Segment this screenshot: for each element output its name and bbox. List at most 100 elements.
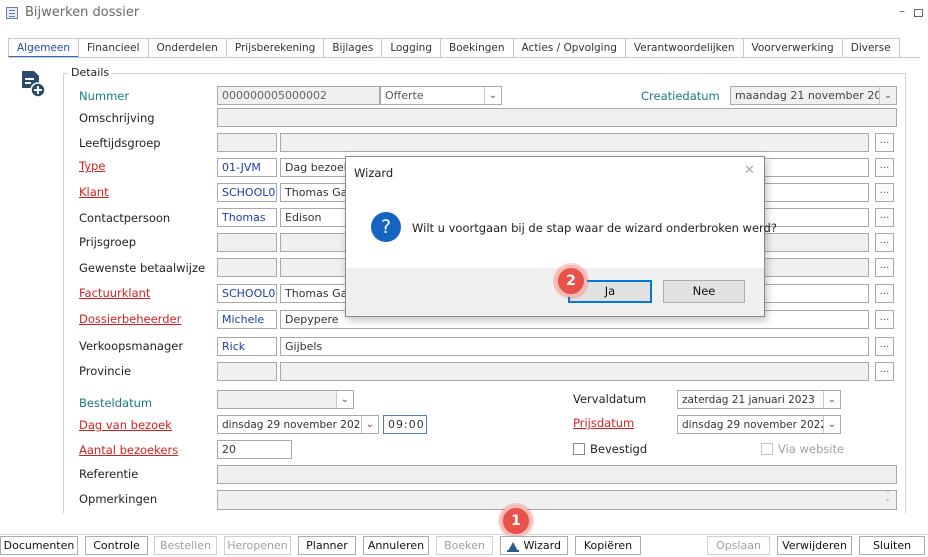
via-website-label: Via website (778, 442, 845, 456)
annuleren-button[interactable]: Annuleren (363, 536, 429, 555)
creatiedatum-value: maandag 21 november 2022 (735, 89, 896, 102)
verkoopsmanager-last[interactable]: Gijbels (280, 337, 869, 356)
prijsgroep-lookup-button[interactable]: ... (875, 233, 894, 252)
provincie-code[interactable] (217, 362, 277, 381)
bestellen-button[interactable]: Bestellen (154, 536, 217, 555)
window-icon (6, 7, 18, 19)
besteldatum-select[interactable]: ⌄ (217, 390, 354, 409)
dossierbeheerder-lookup-button[interactable]: ... (875, 310, 894, 329)
vervaldatum-select[interactable]: zaterdag 21 januari 2023 ⌄ (677, 390, 841, 409)
leeftijdsgroep-lookup-button[interactable]: ... (875, 133, 894, 152)
contactpersoon-label: Contactpersoon (79, 211, 171, 225)
klant-code[interactable]: SCHOOL0( (217, 183, 277, 202)
tab-onderdelen[interactable]: Onderdelen (148, 38, 227, 58)
tab-diverse[interactable]: Diverse (842, 38, 900, 58)
via-website-checkbox[interactable] (761, 443, 773, 455)
referentie-field[interactable] (217, 465, 897, 484)
tab-bijlages[interactable]: Bijlages (324, 38, 383, 58)
verkoopsmanager-label: Verkoopsmanager (79, 339, 184, 353)
betaalwijze-label: Gewenste betaalwijze (79, 261, 206, 275)
verwijderen-button[interactable]: Verwijderen (777, 536, 852, 555)
opslaan-button[interactable]: Opslaan (707, 536, 770, 555)
omschrijving-field[interactable] (217, 108, 897, 127)
referentie-label: Referentie (79, 467, 139, 481)
contactpersoon-lookup-button[interactable]: ... (875, 208, 894, 227)
chevron-down-icon: ⌄ (484, 87, 501, 104)
window-title: Bijwerken dossier (25, 5, 140, 20)
dag-van-bezoek-value: dinsdag 29 november 2022 (222, 419, 367, 431)
step-marker-1: 1 (500, 505, 532, 537)
leeftijdsgroep-name[interactable] (280, 133, 869, 152)
tab-acties-opvolging[interactable]: Acties / Opvolging (513, 38, 626, 58)
bezoek-time-field[interactable]: 09:00 (383, 415, 427, 434)
prijsdatum-label: Prijsdatum (573, 416, 635, 430)
betaalwijze-lookup-button[interactable]: ... (875, 258, 894, 277)
factuurklant-lookup-button[interactable]: ... (875, 284, 894, 303)
vervaldatum-label: Vervaldatum (573, 392, 647, 406)
tab-boekingen[interactable]: Boekingen (441, 38, 514, 58)
dossier-type-value: Offerte (385, 89, 424, 102)
omschrijving-label: Omschrijving (79, 111, 155, 125)
tab-voorverwerking[interactable]: Voorverwerking (743, 38, 843, 58)
dossierbeheerder-first[interactable]: Michele (217, 310, 277, 329)
planner-button[interactable]: Planner (298, 536, 356, 555)
dossier-type-select[interactable]: Offerte ⌄ (380, 86, 502, 105)
details-legend: Details (68, 66, 113, 79)
chevron-down-icon: ⌄ (336, 391, 353, 408)
bevestigd-checkbox[interactable] (573, 443, 585, 455)
leeftijdsgroep-code[interactable] (217, 133, 277, 152)
new-document-icon[interactable] (20, 70, 46, 98)
tab-bar: Algemeen Financieel Onderdelen Prijsbere… (8, 38, 900, 58)
creatiedatum-select[interactable]: maandag 21 november 2022 ⌄ (730, 86, 897, 105)
prijsdatum-select[interactable]: dinsdag 29 november 2022 ⌄ (677, 415, 841, 434)
prijsdatum-value: dinsdag 29 november 2022 (682, 419, 827, 431)
heropenen-button[interactable]: Heropenen (224, 536, 291, 555)
chevron-down-icon: ⌄ (879, 87, 896, 104)
documenten-button[interactable]: Documenten (0, 536, 78, 555)
title-bar: Bijwerken dossier – (0, 0, 928, 26)
tab-verantwoordelijken[interactable]: Verantwoordelijken (625, 38, 744, 58)
bevestigd-label: Bevestigd (590, 442, 648, 456)
wizard-dialog: Wizard ✕ ? Wilt u voortgaan bij de stap … (345, 156, 777, 317)
provincie-name[interactable] (280, 362, 869, 381)
verkoopsmanager-first[interactable]: Rick (217, 337, 277, 356)
toolbar-divider (0, 534, 928, 535)
creatiedatum-label: Creatiedatum (641, 89, 720, 103)
provincie-lookup-button[interactable]: ... (875, 362, 894, 381)
prijsgroep-code[interactable] (217, 233, 277, 252)
minimize-icon[interactable]: – (899, 4, 905, 18)
maximize-icon[interactable] (914, 9, 923, 17)
nummer-field: 000000005000002 (217, 86, 380, 105)
betaalwijze-code[interactable] (217, 258, 277, 277)
spinner-icon[interactable]: ˄ ˅ (879, 491, 896, 509)
step-marker-2: 2 (555, 265, 587, 297)
tab-financieel[interactable]: Financieel (79, 38, 149, 58)
no-button[interactable]: Nee (663, 280, 745, 303)
boeken-button[interactable]: Boeken (436, 536, 493, 555)
klant-lookup-button[interactable]: ... (875, 183, 894, 202)
factuurklant-code[interactable]: SCHOOL0( (217, 284, 277, 303)
tab-algemeen[interactable]: Algemeen (8, 38, 80, 58)
wizard-button[interactable]: Wizard (500, 536, 568, 555)
type-code[interactable]: 01-JVM (217, 158, 277, 177)
chevron-down-icon: ⌄ (823, 416, 840, 433)
type-lookup-button[interactable]: ... (875, 158, 894, 177)
aantal-bezoekers-label: Aantal bezoekers (79, 443, 179, 457)
controle-button[interactable]: Controle (85, 536, 148, 555)
wizard-hat-icon (507, 540, 519, 552)
opmerkingen-field[interactable] (217, 490, 897, 510)
sluiten-button[interactable]: Sluiten (859, 536, 925, 555)
dag-van-bezoek-select[interactable]: dinsdag 29 november 2022 ⌄ (217, 415, 379, 434)
aantal-bezoekers-field[interactable]: 20 (217, 440, 292, 459)
close-icon[interactable]: ✕ (744, 163, 755, 178)
tab-prijsberekening[interactable]: Prijsberekening (226, 38, 325, 58)
klant-label: Klant (79, 185, 109, 199)
kopieren-button[interactable]: Kopiëren (575, 536, 641, 555)
tab-logging[interactable]: Logging (382, 38, 442, 58)
verkoopsmanager-lookup-button[interactable]: ... (875, 337, 894, 356)
type-label: Type (79, 159, 106, 173)
contactpersoon-first[interactable]: Thomas (217, 208, 277, 227)
question-icon: ? (371, 212, 401, 242)
chevron-down-icon: ⌄ (823, 391, 840, 408)
dag-van-bezoek-label: Dag van bezoek (79, 418, 172, 432)
